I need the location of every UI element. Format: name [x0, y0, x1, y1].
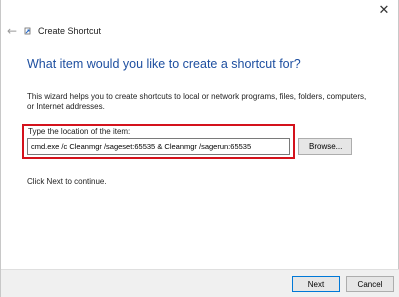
wizard-description: This wizard helps you to create shortcut… [27, 92, 367, 111]
window-title: Create Shortcut [38, 26, 102, 36]
location-label: Type the location of the item: [28, 127, 131, 136]
close-icon[interactable]: ✕ [376, 4, 392, 18]
continue-hint: Click Next to continue. [27, 177, 107, 186]
back-arrow-icon[interactable]: ← [7, 25, 19, 37]
next-button[interactable]: Next [292, 276, 340, 292]
browse-button[interactable]: Browse... [298, 138, 352, 155]
create-shortcut-window: ✕ ← Create Shortcut What item would you … [0, 0, 399, 297]
page-heading: What item would you like to create a sho… [27, 57, 301, 71]
cancel-button[interactable]: Cancel [346, 276, 394, 292]
location-input[interactable] [27, 138, 290, 155]
shortcut-wizard-icon [24, 27, 31, 35]
